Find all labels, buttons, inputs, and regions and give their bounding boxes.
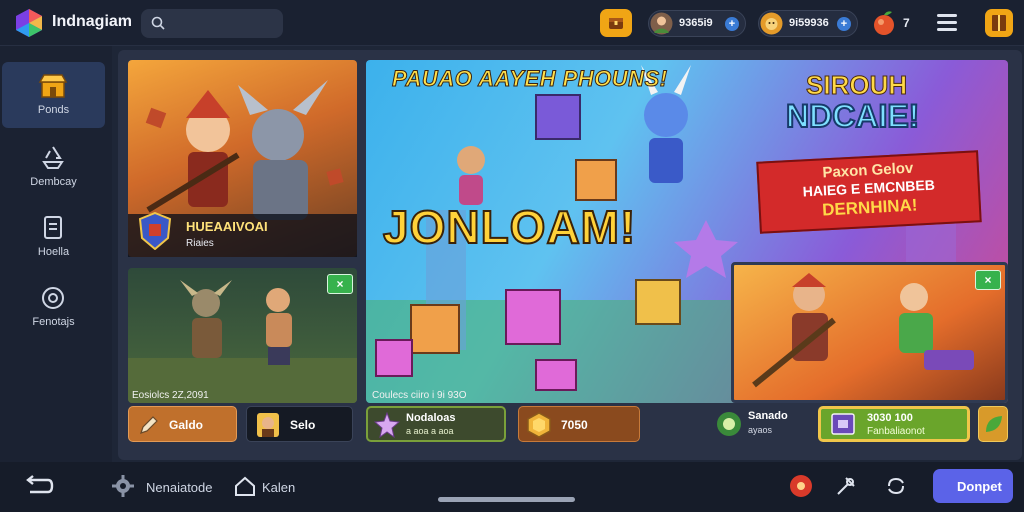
gift-box-icon: [831, 413, 855, 435]
fruit-icon[interactable]: [872, 10, 896, 36]
menu-icon[interactable]: [937, 14, 957, 32]
leaf-button[interactable]: [978, 406, 1008, 442]
lion-avatar-icon: [760, 12, 783, 35]
sidebar-item-fenotajs[interactable]: Fenotajs: [2, 274, 105, 340]
donate-label: Donpet: [957, 479, 1002, 494]
bottom-nav-label[interactable]: Kalen: [262, 480, 295, 495]
home-indicator: [438, 497, 575, 502]
sidebar-item-label: Ponds: [37, 104, 70, 116]
offer-button[interactable]: 3030 100 Fanbaliaonot: [818, 406, 970, 442]
settings-badge-icon: [42, 287, 64, 309]
notification-icon[interactable]: [790, 475, 812, 497]
bundle-button[interactable]: Nodaloas a aoa a aoa: [366, 406, 506, 442]
search-input[interactable]: [141, 9, 283, 38]
gold-label: Galdo: [169, 418, 204, 432]
sidebar-item-hoella[interactable]: Hoella: [2, 204, 105, 270]
sign-title-line1: SIROUH: [805, 70, 908, 101]
close-button[interactable]: ×: [975, 270, 1001, 290]
avatar-icon: [650, 12, 673, 35]
app-logo-icon[interactable]: [14, 8, 44, 38]
sound-sub: ayaos: [748, 425, 773, 435]
hero-title: HUEAAIVOAI: [186, 219, 268, 234]
heroes-card[interactable]: [731, 262, 1008, 403]
sidebar-item-label: Hoella: [37, 246, 70, 258]
chest-icon: [609, 18, 623, 29]
sound-label: Sanado: [748, 410, 788, 422]
banner-headline: PAUAO AAYEH PHOUNS!: [392, 66, 668, 92]
coins-label: 7050: [561, 418, 588, 432]
donate-button[interactable]: Donpet: [933, 469, 1013, 503]
promo-ribbon: Paxon Gelov HAIEG E EMCNBEB DERNHINA!: [756, 150, 982, 234]
currency-pill-2[interactable]: 9i59936 +: [758, 10, 858, 37]
gold-button[interactable]: Galdo: [128, 406, 237, 442]
app-root: Indnagiam 9365i9 + 9i59936 + 7 Ponds Dem…: [0, 0, 1024, 512]
plus-icon[interactable]: +: [837, 17, 851, 31]
sign-title-line2: NDCAIE!: [785, 97, 920, 135]
character-icon: [257, 413, 279, 437]
battle-card[interactable]: [128, 268, 357, 403]
search-icon: [151, 16, 165, 30]
heroes-artwork: [752, 273, 974, 388]
back-icon[interactable]: [24, 474, 54, 498]
sidebar-item-label: Dembcay: [30, 176, 77, 188]
star-icon: [374, 412, 400, 438]
sidebar: Ponds Dembcay Hoella Fenotajs: [0, 46, 112, 462]
app-title: Indnagiam: [52, 13, 133, 30]
chest-button[interactable]: [600, 9, 632, 37]
recycle-icon: [42, 146, 64, 169]
offer-sub: Fanbaliaonot: [867, 426, 925, 437]
sound-button[interactable]: Sanado ayaos: [712, 406, 812, 442]
document-icon: [44, 216, 62, 239]
pencil-icon: [140, 416, 158, 434]
offer-label: 3030 100: [867, 412, 913, 424]
sidebar-item-ponds[interactable]: Ponds: [2, 62, 105, 128]
sidebar-item-dembcay[interactable]: Dembcay: [2, 134, 105, 200]
home-icon[interactable]: [234, 475, 256, 497]
shield-badge-icon: [138, 212, 172, 250]
sell-button[interactable]: Selo: [246, 406, 353, 442]
battle-caption: Eosiolcs 2Z,2091: [132, 390, 209, 401]
tools-icon[interactable]: [834, 474, 858, 498]
currency-pill-1[interactable]: 9365i9 +: [648, 10, 746, 37]
coins-button[interactable]: 7050: [518, 406, 640, 442]
banner-title: JONLOAM!: [382, 200, 637, 254]
sell-label: Selo: [290, 418, 316, 432]
leaf-icon: [986, 416, 1002, 432]
coin-icon: [527, 412, 551, 438]
sidebar-item-label: Fenotajs: [32, 316, 75, 328]
sync-icon[interactable]: [884, 474, 908, 498]
book-button[interactable]: [985, 9, 1013, 37]
store-icon: [38, 74, 68, 98]
close-button[interactable]: ×: [327, 274, 353, 294]
hero-subtitle: Riaies: [186, 238, 214, 249]
battle-artwork: [128, 280, 357, 403]
currency-value-2: 9i59936: [789, 17, 829, 29]
bottom-nav-label[interactable]: Nenaiatode: [146, 480, 213, 495]
fruit-count: 7: [903, 16, 910, 30]
bundle-sub: a aoa a aoa: [406, 426, 454, 436]
plus-icon[interactable]: +: [725, 17, 739, 31]
bottom-bar: Nenaiatode Kalen: [0, 462, 1024, 512]
book-icon: [992, 15, 1006, 31]
gear-icon[interactable]: [112, 475, 134, 497]
emblem-icon: [717, 412, 741, 436]
currency-value-1: 9365i9: [679, 17, 713, 29]
main-caption: Coulecs ciiro i 9i 93O: [372, 390, 467, 401]
bundle-label: Nodaloas: [406, 412, 456, 424]
top-bar: Indnagiam 9365i9 + 9i59936 + 7: [0, 0, 1024, 46]
